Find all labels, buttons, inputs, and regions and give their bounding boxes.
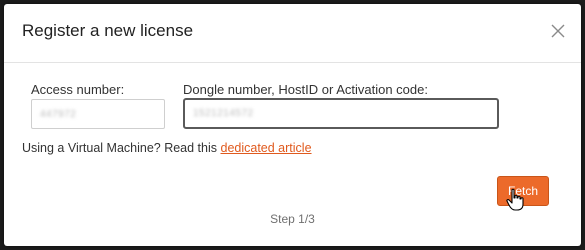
dongle-number-value: 1521214572 xyxy=(193,108,254,119)
access-number-input[interactable]: 447972 xyxy=(31,99,165,129)
register-license-dialog: Register a new license Access number: 44… xyxy=(4,4,581,246)
dialog-title: Register a new license xyxy=(22,21,194,40)
access-number-value: 447972 xyxy=(40,108,77,120)
access-number-label: Access number: xyxy=(31,82,125,97)
close-button[interactable] xyxy=(549,22,567,40)
step-indicator: Step 1/3 xyxy=(270,212,315,226)
dongle-number-input[interactable]: 1521214572 xyxy=(183,98,499,129)
dialog-header: Register a new license xyxy=(4,4,581,63)
hand-cursor-icon xyxy=(506,188,524,211)
dedicated-article-link[interactable]: dedicated article xyxy=(221,141,312,155)
close-icon xyxy=(551,24,565,38)
dongle-number-label: Dongle number, HostID or Activation code… xyxy=(183,82,428,97)
vm-notice-text: Using a Virtual Machine? Read this xyxy=(22,141,221,155)
vm-notice: Using a Virtual Machine? Read this dedic… xyxy=(22,141,312,155)
